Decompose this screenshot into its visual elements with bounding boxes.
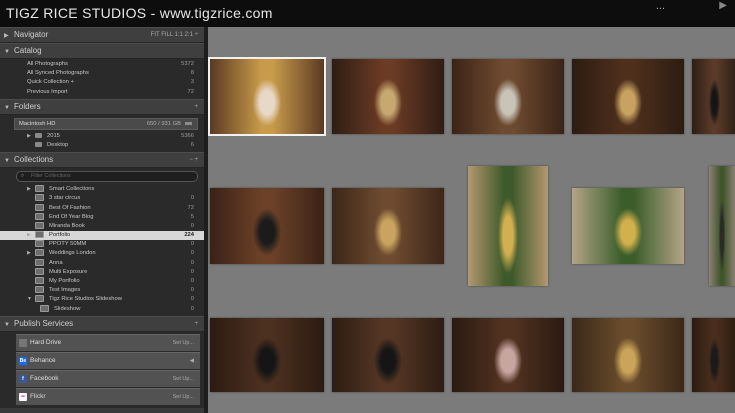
collection-icon: [35, 212, 44, 220]
catalog-item[interactable]: Quick Collection +3: [0, 78, 204, 87]
collections-add-remove-icon[interactable]: − +: [189, 153, 198, 167]
expand-triangle-icon[interactable]: ▼: [4, 45, 14, 59]
photo-thumbnail[interactable]: [452, 318, 564, 392]
photo-thumbnail[interactable]: [210, 318, 324, 392]
collections-header[interactable]: ▼ Collections − +: [0, 152, 204, 169]
photo-thumbnail[interactable]: [692, 318, 735, 392]
navigator-header[interactable]: ▶ Navigator FIT FILL 1:1 2:1 ÷: [0, 27, 204, 43]
app-title: TIGZ RICE STUDIOS - www.tigzrice.com: [6, 5, 273, 21]
photo-thumbnail-selected[interactable]: [208, 57, 326, 136]
slideshow-icon: [40, 304, 49, 312]
collection-item-selected[interactable]: ▶ Portfolio 224: [0, 231, 204, 241]
behance-icon: Be: [19, 356, 27, 365]
flickr-icon: ••: [19, 392, 27, 401]
drive-macintosh-hd[interactable]: Macintosh HD 650 / 931 GB: [14, 117, 198, 130]
expand-triangle-icon[interactable]: ▼: [4, 101, 14, 115]
folders-header[interactable]: ▼ Folders +: [0, 98, 204, 115]
collection-icon: [35, 240, 44, 248]
collection-filter-input[interactable]: ⌕ Filter Collections: [16, 171, 198, 183]
app-title-bar: TIGZ RICE STUDIOS - www.tigzrice.com ...…: [0, 0, 735, 27]
photo-thumbnail[interactable]: [468, 166, 548, 286]
publish-service-hard-drive[interactable]: Hard Drive Set Up...: [16, 333, 200, 351]
expand-triangle-icon[interactable]: ▼: [4, 154, 14, 168]
collection-icon: [35, 286, 44, 294]
photo-thumbnail[interactable]: [332, 318, 444, 392]
collection-item[interactable]: Slideshow 0: [0, 304, 204, 314]
publish-services-list: Hard Drive Set Up... Be Behance ◀ f Facebook…: [0, 331, 204, 408]
collection-item[interactable]: My Portfolio 0: [0, 277, 204, 286]
collection-item[interactable]: End Of Year Blog 5: [0, 212, 204, 222]
photo-thumbnail[interactable]: [572, 59, 684, 134]
collections-list: ⌕ Filter Collections ▶ Smart Collections 3…: [0, 168, 204, 316]
add-service-icon[interactable]: +: [194, 317, 198, 331]
photo-thumbnail[interactable]: [709, 166, 735, 286]
collection-item[interactable]: Anna 0: [0, 258, 204, 268]
collection-icon: [35, 258, 44, 266]
publish-services-header[interactable]: ▼ Publish Services +: [0, 315, 204, 332]
left-panel: ▶ Navigator FIT FILL 1:1 2:1 ÷ ▼ Catalog A…: [0, 27, 204, 413]
photo-thumbnail[interactable]: [332, 188, 444, 264]
collapse-triangle-icon[interactable]: ▶: [4, 29, 14, 43]
navigator-zoom-options[interactable]: FIT FILL 1:1 2:1 ÷: [151, 28, 198, 42]
collection-item[interactable]: ▼ Tigz Rice Studios Slideshow 0: [0, 295, 204, 304]
smart-collection-icon: [35, 185, 44, 193]
collection-item[interactable]: Multi Exposure 0: [0, 267, 204, 277]
collection-item[interactable]: Test Images 0: [0, 286, 204, 295]
collection-item[interactable]: PPOTY 50MM 0: [0, 240, 204, 249]
collection-icon: [35, 221, 44, 229]
photo-thumbnail[interactable]: [692, 59, 735, 134]
expand-triangle-icon[interactable]: ▼: [4, 318, 14, 332]
folders-list: Macintosh HD 650 / 931 GB ▶ 2015 5366 Deskt…: [0, 114, 204, 153]
folder-item[interactable]: Desktop 6: [0, 141, 204, 150]
folder-icon: [35, 132, 42, 138]
collection-set-icon: [35, 295, 44, 303]
collection-icon: [35, 194, 44, 202]
collection-item[interactable]: 3 star circus 0: [0, 194, 204, 203]
catalog-item[interactable]: Previous Import 72: [0, 88, 204, 97]
collection-icon: [35, 249, 44, 257]
photo-thumbnail[interactable]: [572, 188, 684, 264]
photo-thumbnail[interactable]: [572, 318, 684, 392]
catalog-item[interactable]: All Photographs 5372: [0, 60, 204, 69]
drive-indicator-icon: [185, 121, 192, 125]
search-icon: ⌕: [21, 173, 25, 180]
collection-item[interactable]: ▶ Smart Collections: [0, 185, 204, 194]
photo-thumbnail[interactable]: [332, 59, 444, 134]
collection-item[interactable]: Miranda Book 0: [0, 221, 204, 231]
collection-icon: [35, 267, 44, 275]
add-folder-icon[interactable]: +: [194, 100, 198, 114]
collection-item[interactable]: ▶ Weddings London 0: [0, 249, 204, 258]
hard-drive-icon: [19, 338, 27, 347]
publish-service-behance[interactable]: Be Behance ◀: [16, 351, 200, 369]
publish-service-flickr[interactable]: •• Flickr Set Up...: [16, 387, 200, 405]
collection-item[interactable]: Best Of Fashion 72: [0, 203, 204, 213]
catalog-header[interactable]: ▼ Catalog: [0, 43, 204, 59]
photo-thumbnail[interactable]: [210, 188, 324, 264]
collection-icon: [35, 231, 44, 239]
folder-icon: [35, 141, 42, 147]
facebook-icon: f: [19, 374, 27, 383]
publish-service-facebook[interactable]: f Facebook Set Up...: [16, 369, 200, 387]
collection-icon: [35, 203, 44, 211]
module-arrow-icon[interactable]: ▶: [719, 0, 727, 11]
folder-item[interactable]: ▶ 2015 5366: [0, 132, 204, 141]
catalog-list: All Photographs 5372 All Synced Photograp…: [0, 59, 204, 99]
module-picker[interactable]: ...: [656, 0, 665, 12]
photo-grid: [208, 27, 735, 413]
catalog-item[interactable]: All Synced Photographs 8: [0, 69, 204, 78]
collection-icon: [35, 277, 44, 284]
photo-thumbnail[interactable]: [452, 59, 564, 134]
